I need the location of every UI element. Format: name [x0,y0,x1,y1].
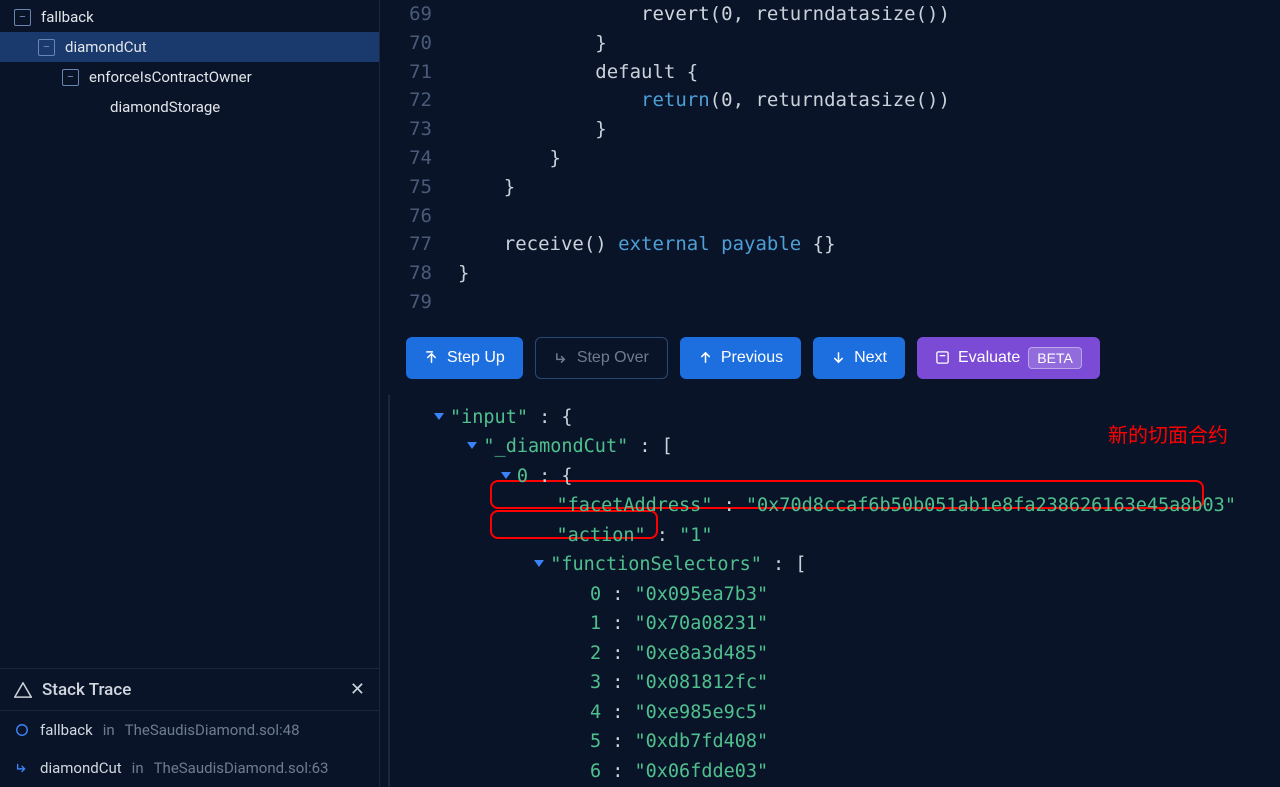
collapse-icon[interactable]: − [62,69,79,86]
step-over-button[interactable]: Step Over [535,337,668,379]
code-line: 72 return(0, returndatasize()) [380,86,1280,115]
step-up-label: Step Up [447,349,505,367]
enter-icon [14,760,30,776]
tree-label: fallback [41,8,94,26]
main-pane: 69 revert(0, returndatasize())70 }71 def… [380,0,1280,787]
code-line: 78} [380,259,1280,288]
json-line[interactable]: 1 : "0x70a08231" [434,609,1280,639]
stack-trace-body: fallback in TheSaudisDiamond.sol:48 diamond… [0,711,379,787]
json-line[interactable]: 5 : "0xdb7fd408" [434,727,1280,757]
code-line: 73 } [380,115,1280,144]
line-number: 78 [380,259,458,288]
code-line: 76 [380,202,1280,231]
debug-toolbar: Step Up Step Over Previous Next Evaluate [380,317,1280,395]
tree-item-diamondCut[interactable]: −diamondCut [0,32,379,62]
next-button[interactable]: Next [813,337,905,379]
close-icon[interactable]: ✕ [350,679,365,700]
code-line: 74 } [380,144,1280,173]
code-text: } [458,29,607,58]
tree-label: diamondCut [65,38,147,56]
calculator-icon [935,350,950,365]
json-line[interactable]: "input" : { [434,403,1280,433]
arrow-up-icon [698,350,713,365]
stack-in: in [132,759,144,777]
line-number: 70 [380,29,458,58]
collapse-icon[interactable]: − [38,39,55,56]
stack-trace-title: Stack Trace [42,680,350,700]
code-line: 69 revert(0, returndatasize()) [380,0,1280,29]
code-line: 71 default { [380,58,1280,87]
circle-icon [14,722,30,738]
line-number: 76 [380,202,458,231]
json-viewer: 新的切面合约 "input" : { "_diamondCut" : [ 0 :… [388,395,1280,787]
collapse-icon[interactable]: − [14,9,31,26]
json-line[interactable]: 4 : "0xe985e9c5" [434,698,1280,728]
step-over-label: Step Over [577,349,649,367]
code-line: 70 } [380,29,1280,58]
line-number: 72 [380,86,458,115]
tree-item-diamondStorage[interactable]: diamondStorage [0,92,379,122]
line-number: 69 [380,0,458,29]
arrow-down-icon [831,350,846,365]
code-text: receive() external payable {} [458,230,836,259]
code-text: return(0, returndatasize()) [458,86,950,115]
stack-func: fallback [40,721,93,739]
code-text: } [458,173,515,202]
evaluate-button[interactable]: Evaluate BETA [917,337,1100,379]
line-number: 74 [380,144,458,173]
warning-icon [14,682,32,698]
json-line[interactable]: 0 : "0x095ea7b3" [434,580,1280,610]
evaluate-label: Evaluate [958,349,1020,367]
expand-icon[interactable] [501,472,511,479]
code-text: } [458,144,561,173]
code-line: 77 receive() external payable {} [380,230,1280,259]
expand-icon[interactable] [467,442,477,449]
tree-item-enforceIsContractOwner[interactable]: −enforceIsContractOwner [0,62,379,92]
stack-func: diamondCut [40,759,122,777]
json-line[interactable]: 0 : { [434,462,1280,492]
json-line[interactable]: 3 : "0x081812fc" [434,668,1280,698]
json-line[interactable]: 6 : "0x06fdde03" [434,757,1280,787]
code-line: 79 [380,288,1280,317]
json-line[interactable]: "_diamondCut" : [ [434,432,1280,462]
previous-button[interactable]: Previous [680,337,801,379]
stack-in: in [103,721,115,739]
code-line: 75 } [380,173,1280,202]
arrow-over-icon [554,350,569,365]
stack-location: TheSaudisDiamond.sol:63 [154,759,329,777]
call-tree: −fallback−diamondCut−enforceIsContractOw… [0,0,379,124]
json-line[interactable]: "facetAddress" : "0x70d8ccaf6b50b051ab1e… [434,491,1280,521]
json-line[interactable]: "action" : "1" [434,521,1280,551]
code-text: revert(0, returndatasize()) [458,0,950,29]
line-number: 71 [380,58,458,87]
step-up-button[interactable]: Step Up [406,337,523,379]
code-text: } [458,115,607,144]
next-label: Next [854,349,887,367]
line-number: 79 [380,288,458,317]
code-text: } [458,259,469,288]
tree-item-fallback[interactable]: −fallback [0,2,379,32]
json-line[interactable]: "functionSelectors" : [ [434,550,1280,580]
tree-label: diamondStorage [110,98,220,116]
spacer [0,124,379,668]
line-number: 77 [380,230,458,259]
json-line[interactable]: 2 : "0xe8a3d485" [434,639,1280,669]
line-number: 75 [380,173,458,202]
tree-label: enforceIsContractOwner [89,68,252,86]
code-editor: 69 revert(0, returndatasize())70 }71 def… [380,0,1280,317]
sidebar: −fallback−diamondCut−enforceIsContractOw… [0,0,380,787]
expand-icon[interactable] [434,413,444,420]
arrow-up-out-icon [424,350,439,365]
stack-trace-header: Stack Trace ✕ [0,668,379,711]
stack-row[interactable]: fallback in TheSaudisDiamond.sol:48 [0,711,379,749]
expand-icon[interactable] [534,560,544,567]
stack-row[interactable]: diamondCut in TheSaudisDiamond.sol:63 [0,749,379,787]
beta-badge: BETA [1028,347,1082,369]
stack-location: TheSaudisDiamond.sol:48 [125,721,300,739]
line-number: 73 [380,115,458,144]
code-text: default { [458,58,698,87]
previous-label: Previous [721,349,783,367]
